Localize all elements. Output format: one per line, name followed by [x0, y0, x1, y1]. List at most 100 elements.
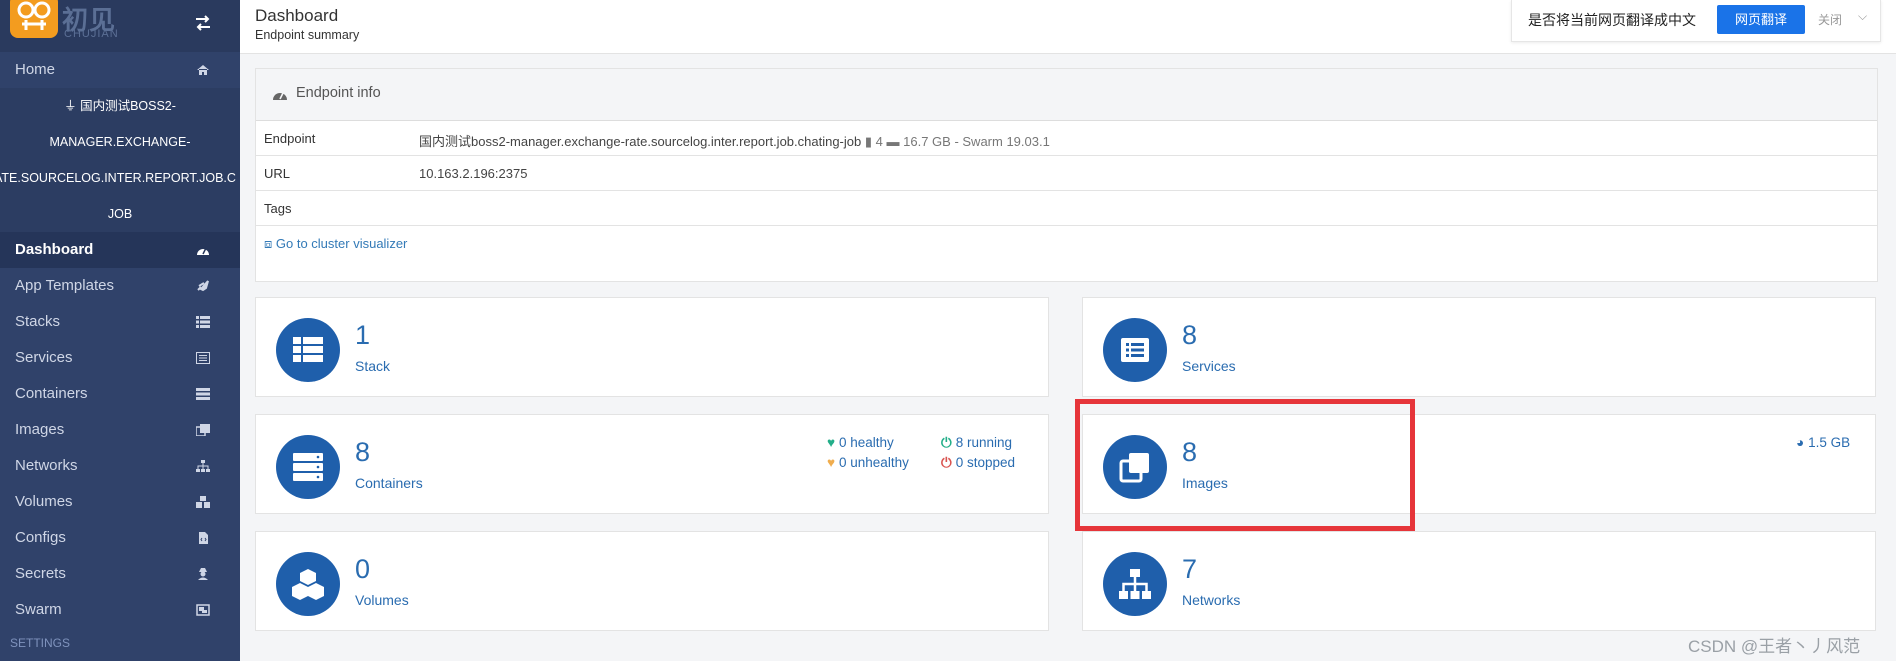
cubes-icon [196, 496, 210, 508]
endpoint-name-value: 国内测试boss2-manager.exchange-rate.sourcelo… [419, 134, 862, 149]
dashboard-icon [273, 92, 287, 100]
running-stat: ⏻ 8 running [941, 435, 1012, 450]
pie-chart-icon: ◕ [1796, 435, 1805, 450]
sidebar-endpoint-name: ⏚ 国内测试BOSS2- MANAGER.EXCHANGE- ATE.SOURC… [0, 88, 240, 232]
services-label: Services [1182, 358, 1236, 374]
volumes-label: Volumes [355, 592, 409, 608]
logo-row: 初见 CHUJIAN [0, 0, 240, 52]
chevron-down-icon[interactable]: ⌵ [1858, 9, 1867, 24]
row-key: URL [264, 166, 291, 181]
row-key: Endpoint [264, 131, 316, 146]
cluster-visualizer-link[interactable]: ⧈ Go to cluster visualizer [264, 236, 407, 252]
networks-circle [1103, 552, 1167, 616]
sidebar-item-label: Home [15, 61, 56, 78]
sidebar-item-configs[interactable]: Configs [0, 520, 240, 556]
sidebar-item-containers[interactable]: Containers [0, 376, 240, 412]
containers-label: Containers [355, 475, 423, 491]
sidebar-item-secrets[interactable]: Secrets [0, 556, 240, 592]
sidebar-item-volumes[interactable]: Volumes [0, 484, 240, 520]
sidebar-item-label: Dashboard [15, 241, 94, 258]
highlight-box [1075, 399, 1415, 531]
sidebar-item-services[interactable]: Services [0, 340, 240, 376]
sidebar-item-networks[interactable]: Networks [0, 448, 240, 484]
containers-count: 8 [355, 437, 371, 467]
settings-section-label: SETTINGS [10, 636, 71, 650]
services-count: 8 [1182, 320, 1198, 350]
th-list-icon [293, 337, 323, 362]
url-row: URL 10.163.2.196:2375 [256, 156, 1877, 191]
stack-widget[interactable]: 1 Stack [255, 297, 1049, 397]
sidebar-item-label: Stacks [15, 313, 61, 330]
sidebar-item-label: Networks [15, 457, 78, 474]
power-icon: ⏻ [941, 435, 952, 450]
row-value: 10.163.2.196:2375 [419, 166, 528, 181]
list-alt-icon [1121, 338, 1149, 362]
stopped-stat: ⏻ 0 stopped [941, 455, 1015, 470]
logo-subtext: CHUJIAN [64, 28, 119, 40]
endpoint-name-line: ⏚ 国内测试BOSS2- [64, 99, 176, 113]
volumes-circle [276, 552, 340, 616]
sidebar-item-label: Services [15, 349, 73, 366]
plug-icon: ⏚ [64, 99, 81, 113]
stack-count: 1 [355, 320, 371, 350]
sidebar-item-app-templates[interactable]: App Templates [0, 268, 240, 304]
stack-label: Stack [355, 358, 391, 374]
panel-header: Endpoint info [256, 69, 1877, 121]
heartbeat-icon: ♥ [827, 455, 836, 470]
translate-button[interactable]: 网页翻译 [1717, 5, 1805, 34]
file-code-icon [199, 532, 208, 544]
sidebar-item-home[interactable]: Home [0, 52, 240, 88]
translate-question: 是否将当前网页翻译成中文 [1528, 12, 1696, 28]
endpoint-info-panel: Endpoint info Endpoint 国内测试boss2-manager… [255, 68, 1878, 282]
endpoint-row: Endpoint 国内测试boss2-manager.exchange-rate… [256, 121, 1877, 156]
networks-widget[interactable]: 7 Networks [1082, 531, 1876, 631]
translate-close-button[interactable]: 关闭 [1818, 11, 1842, 28]
cpu-count: 4 [875, 134, 883, 149]
logo[interactable] [10, 0, 58, 38]
server-icon [293, 453, 323, 481]
page-title: Dashboard [255, 6, 339, 25]
volumes-widget[interactable]: 0 Volumes [255, 531, 1049, 631]
networks-count: 7 [1182, 554, 1198, 584]
dashboard-icon [197, 247, 209, 255]
networks-label: Networks [1182, 592, 1241, 608]
endpoint-name-line: JOB [107, 207, 133, 221]
th-list-icon [196, 316, 210, 328]
healthy-stat: ♥ 0 healthy [827, 435, 894, 450]
server-icon [196, 388, 210, 400]
memory-icon: ▬ [886, 134, 900, 149]
sidebar-item-dashboard[interactable]: Dashboard [0, 232, 240, 268]
sidebar-item-swarm[interactable]: Swarm [0, 592, 240, 628]
sidebar-toggle-icon[interactable] [193, 13, 213, 33]
sitemap-icon [1119, 569, 1151, 599]
endpoint-name-line: ATE.SOURCELOG.INTER.REPORT.JOB.C [0, 171, 236, 185]
home-icon [197, 65, 209, 75]
row-value: 国内测试boss2-manager.exchange-rate.sourcelo… [419, 131, 1050, 150]
watermark: CSDN @王者丶丿风范 [1688, 637, 1861, 656]
page-subtitle: Endpoint summary [255, 28, 360, 42]
endpoint-name-line: MANAGER.EXCHANGE- [49, 135, 191, 149]
object-group-icon: ⧈ [264, 236, 276, 251]
panel-title: Endpoint info [296, 85, 381, 101]
images-size: ◕ 1.5 GB [1796, 435, 1851, 450]
memory-and-version: 16.7 GB - Swarm 19.03.1 [903, 134, 1050, 149]
containers-widget[interactable]: 8 Containers ♥ 0 healthy ⏻ 8 running ♥ 0 un… [255, 414, 1049, 514]
sidebar: 初见 CHUJIAN Home ⏚ 国内测试BOSS2- MANAGER.EXC… [0, 0, 240, 661]
row-key: Tags [264, 201, 292, 216]
microchip-icon: ▮ [864, 134, 873, 149]
services-widget[interactable]: 8 Services [1082, 297, 1876, 397]
user-secret-icon [198, 568, 208, 580]
object-group-icon [196, 604, 210, 616]
rocket-icon [197, 280, 209, 292]
sidebar-item-images[interactable]: Images [0, 412, 240, 448]
sidebar-item-label: Swarm [15, 601, 62, 618]
sidebar-item-label: App Templates [15, 277, 114, 294]
sidebar-item-stacks[interactable]: Stacks [0, 304, 240, 340]
services-circle [1103, 318, 1167, 382]
clone-icon [196, 424, 210, 436]
sidebar-item-label: Secrets [15, 565, 66, 582]
sidebar-item-label: Volumes [15, 493, 73, 510]
sidebar-item-label: Configs [15, 529, 66, 546]
sidebar-item-label: Containers [15, 385, 88, 402]
tags-row: Tags [256, 191, 1877, 226]
